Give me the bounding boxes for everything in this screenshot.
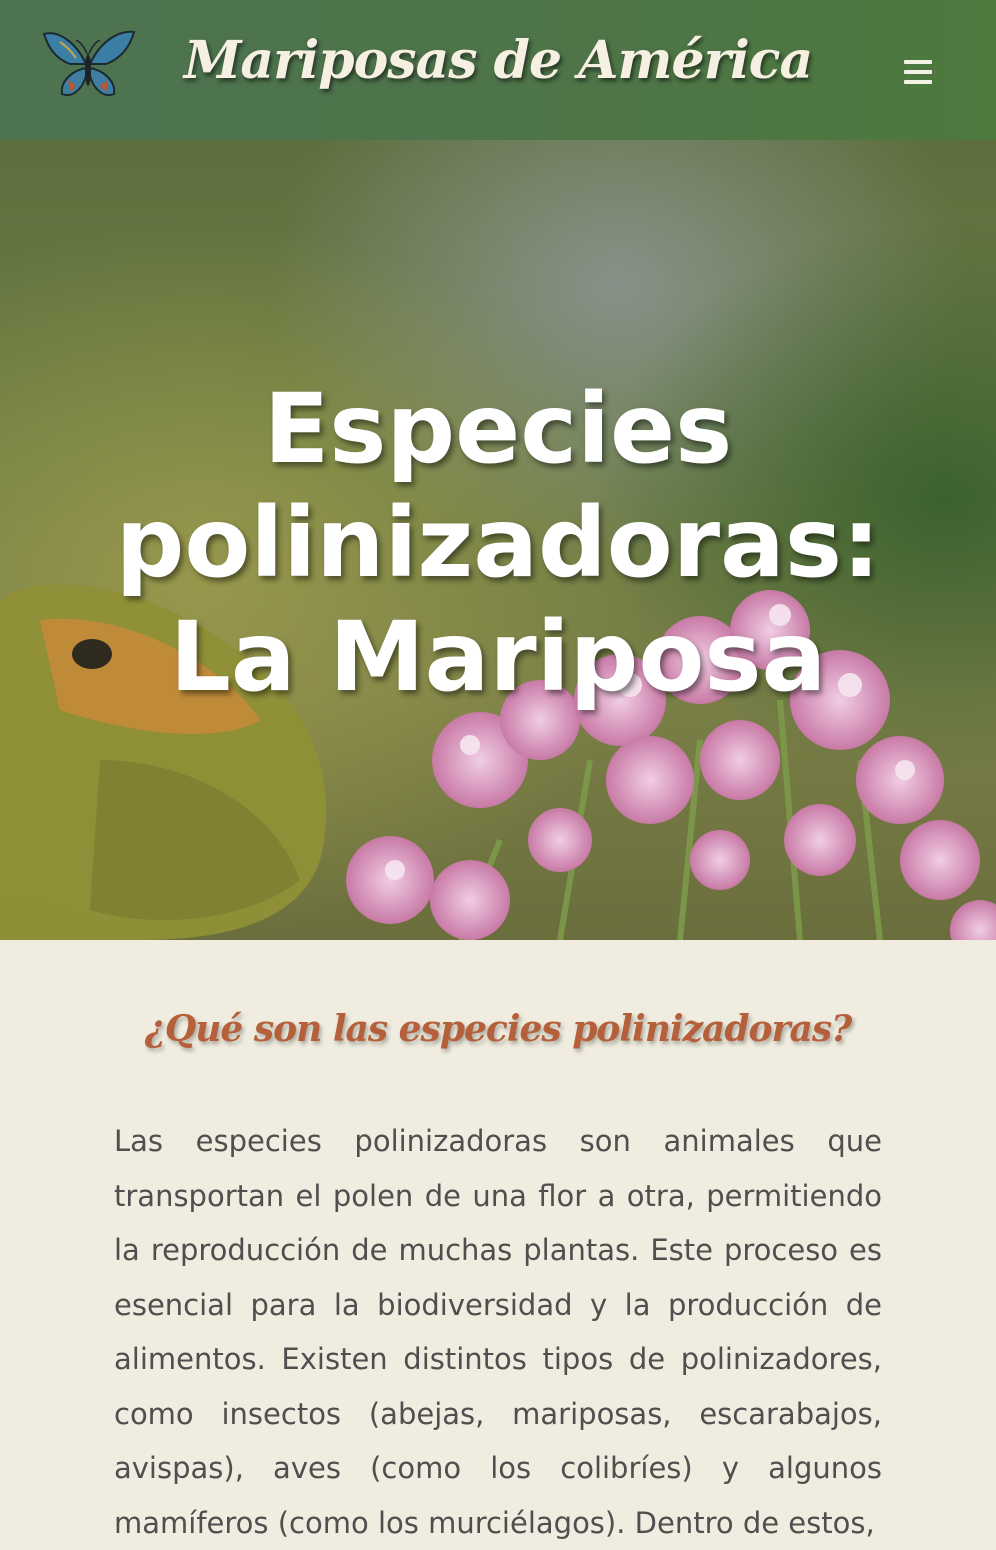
menu-bar xyxy=(904,60,932,64)
main-content: ¿Qué son las especies polinizadoras? Las… xyxy=(0,940,996,1540)
butterfly-logo-icon[interactable] xyxy=(40,28,136,106)
hamburger-menu-icon[interactable] xyxy=(898,54,938,90)
site-title[interactable]: Mariposas de América xyxy=(0,30,996,91)
site-header: Mariposas de América xyxy=(0,0,996,140)
intro-paragraph: Las especies polinizadoras son animales … xyxy=(114,1124,882,1540)
menu-bar xyxy=(904,70,932,74)
menu-bar xyxy=(904,80,932,84)
hero-title: Especies polinizadoras: La Mariposa xyxy=(115,373,881,713)
hero-banner: Especies polinizadoras: La Mariposa xyxy=(0,140,996,940)
section-heading: ¿Qué son las especies polinizadoras? xyxy=(144,1008,852,1050)
